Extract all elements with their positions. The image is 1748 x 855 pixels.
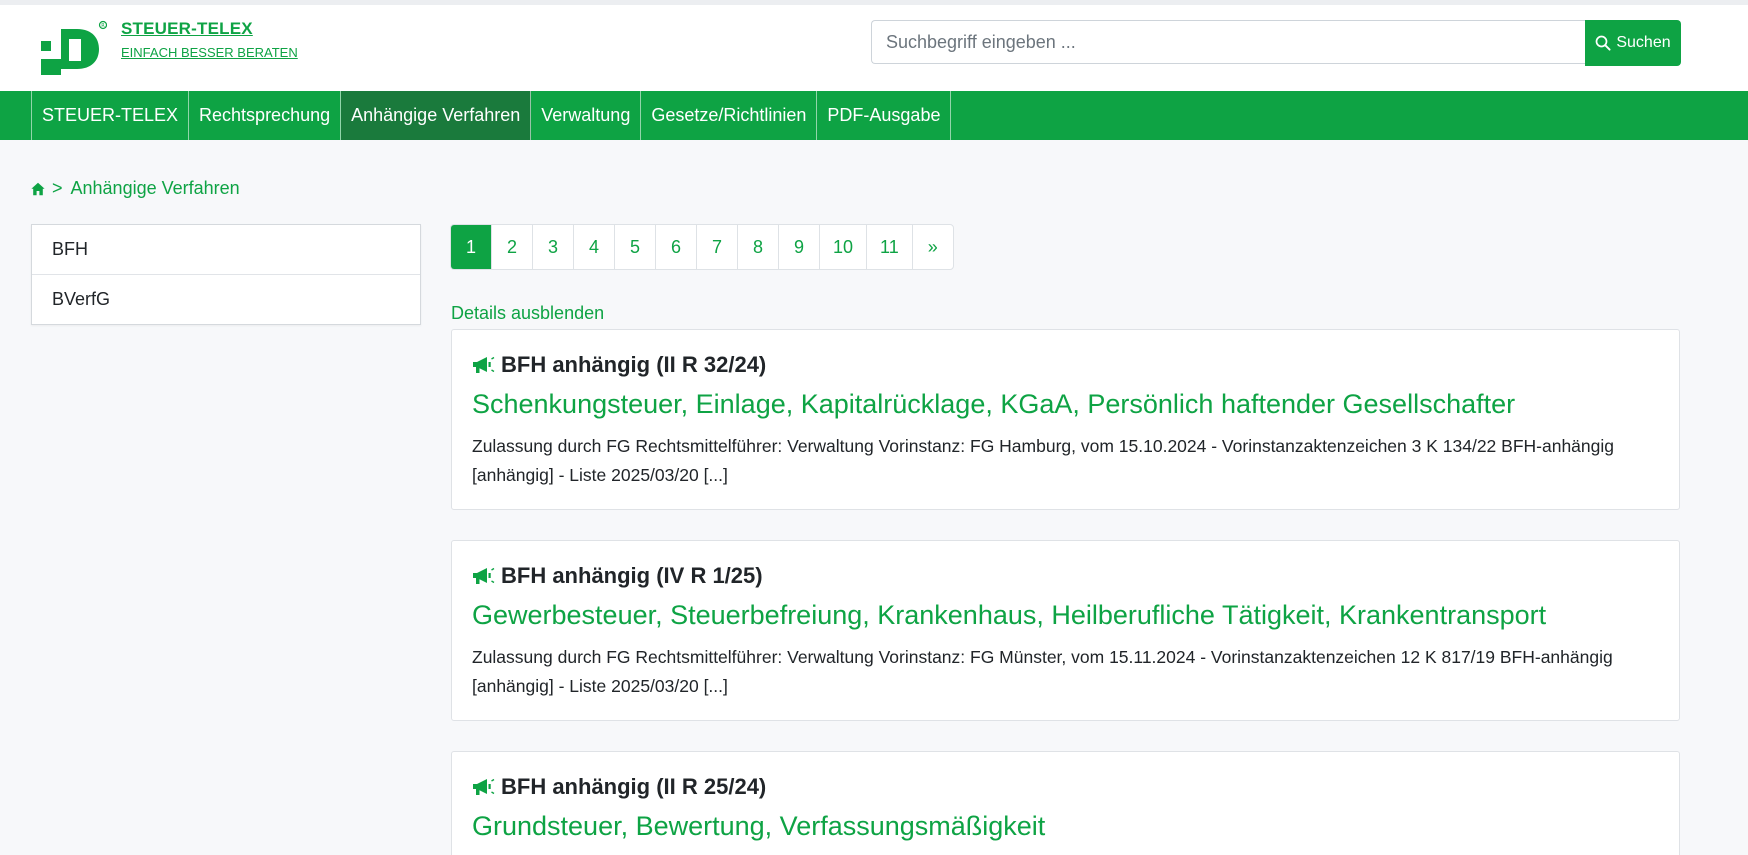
entry-summary: Zulassung durch FG Rechtsmittelführer: V… — [472, 647, 1613, 696]
entry-heading-text: BFH anhängig (II R 25/24) — [501, 774, 767, 799]
page-11[interactable]: 11 — [866, 225, 912, 269]
megaphone-icon — [473, 778, 495, 795]
entry-heading-text: BFH anhängig (IV R 1/25) — [501, 563, 763, 588]
site-header: R STEUER-TELEX EINFACH BESSER BERATEN Su… — [0, 5, 1748, 91]
entry-heading: BFH anhängig (II R 32/24) — [472, 352, 1659, 378]
details-toggle-link[interactable]: Details ausblenden — [451, 303, 604, 324]
entry-card: BFH anhängig (IV R 1/25) Gewerbesteuer, … — [451, 540, 1680, 721]
nav-item-rechtsprechung[interactable]: Rechtsprechung — [189, 91, 342, 140]
page-2[interactable]: 2 — [491, 225, 532, 269]
search-button[interactable]: Suchen — [1585, 20, 1681, 66]
page-4[interactable]: 4 — [573, 225, 614, 269]
page-3[interactable]: 3 — [532, 225, 573, 269]
main-nav: STEUER-TELEX Rechtsprechung Anhängige Ve… — [0, 91, 1748, 140]
page-8[interactable]: 8 — [737, 225, 778, 269]
entry-heading: BFH anhängig (II R 25/24) — [472, 774, 1659, 800]
megaphone-icon — [473, 567, 495, 584]
entry-title-link[interactable]: Schenkungsteuer, Einlage, Kapitalrücklag… — [472, 388, 1659, 420]
svg-text:R: R — [101, 23, 105, 29]
home-icon[interactable] — [31, 182, 45, 196]
steuer-telex-logo-icon[interactable]: R — [31, 19, 108, 75]
brand-subtitle[interactable]: EINFACH BESSER BERATEN — [121, 45, 298, 60]
breadcrumb: > Anhängige Verfahren — [31, 178, 240, 199]
page-9[interactable]: 9 — [778, 225, 819, 269]
page-7[interactable]: 7 — [696, 225, 737, 269]
megaphone-icon — [473, 356, 495, 373]
entry-title-link[interactable]: Grundsteuer, Bewertung, Verfassungsmäßig… — [472, 810, 1659, 842]
brand: STEUER-TELEX EINFACH BESSER BERATEN — [121, 19, 298, 60]
page-1[interactable]: 1 — [451, 225, 491, 269]
pagination: 1 2 3 4 5 6 7 8 9 10 11 » — [450, 224, 954, 270]
brand-title[interactable]: STEUER-TELEX — [121, 19, 298, 39]
page-next[interactable]: » — [911, 225, 953, 269]
nav-item-gesetze-richtlinien[interactable]: Gesetze/Richtlinien — [641, 91, 818, 140]
nav-item-verwaltung[interactable]: Verwaltung — [531, 91, 642, 140]
entry-heading: BFH anhängig (IV R 1/25) — [472, 563, 1659, 589]
page-10[interactable]: 10 — [819, 225, 866, 269]
main-nav-items: STEUER-TELEX Rechtsprechung Anhängige Ve… — [31, 91, 952, 140]
sidebar-item-bverfg[interactable]: BVerfG — [32, 274, 420, 324]
nav-item-anhaengige-verfahren[interactable]: Anhängige Verfahren — [341, 91, 532, 140]
entry-card: BFH anhängig (II R 25/24) Grundsteuer, B… — [451, 751, 1680, 855]
entry-title-link[interactable]: Gewerbesteuer, Steuerbefreiung, Krankenh… — [472, 599, 1659, 631]
page-5[interactable]: 5 — [614, 225, 655, 269]
search-icon — [1596, 35, 1611, 51]
court-filter-list: BFH BVerfG — [31, 224, 421, 325]
nav-item-steuer-telex[interactable]: STEUER-TELEX — [32, 91, 190, 140]
nav-item-pdf-ausgabe[interactable]: PDF-Ausgabe — [817, 91, 952, 140]
page-6[interactable]: 6 — [655, 225, 696, 269]
search-input[interactable] — [871, 20, 1585, 64]
entry-card: BFH anhängig (II R 32/24) Schenkungsteue… — [451, 329, 1680, 510]
breadcrumb-current[interactable]: Anhängige Verfahren — [71, 178, 240, 199]
search-button-label: Suchen — [1616, 34, 1671, 51]
entry-summary: Zulassung durch FG Rechtsmittelführer: V… — [472, 436, 1614, 485]
entry-heading-text: BFH anhängig (II R 32/24) — [501, 352, 767, 377]
breadcrumb-separator: > — [52, 178, 63, 198]
search-bar: Suchen — [871, 20, 1681, 66]
sidebar-item-bfh[interactable]: BFH — [32, 225, 420, 274]
